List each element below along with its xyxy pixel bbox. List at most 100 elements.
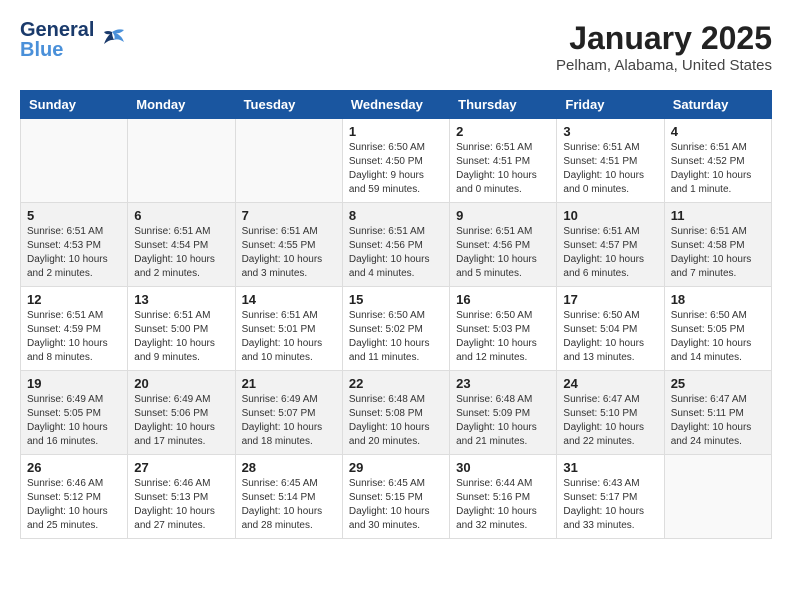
day-number: 26 <box>27 460 121 475</box>
day-number: 4 <box>671 124 765 139</box>
weekday-header-thursday: Thursday <box>450 91 557 119</box>
calendar-cell: 23Sunrise: 6:48 AM Sunset: 5:09 PM Dayli… <box>450 371 557 455</box>
calendar-cell: 8Sunrise: 6:51 AM Sunset: 4:56 PM Daylig… <box>342 203 449 287</box>
day-number: 6 <box>134 208 228 223</box>
day-info: Sunrise: 6:50 AM Sunset: 4:50 PM Dayligh… <box>349 141 443 197</box>
day-number: 21 <box>242 376 336 391</box>
calendar-cell: 16 Sunrise: 6:50 AM Sunset: 5:03 PM Dayli… <box>450 287 557 371</box>
logo-text-general: General <box>20 20 94 40</box>
calendar-cell: 28Sunrise: 6:45 AM Sunset: 5:14 PM Dayli… <box>235 455 342 539</box>
logo-text-blue: Blue <box>20 40 94 60</box>
day-info: Sunrise: 6:51 AM Sunset: 5:00 PM Dayligh… <box>134 309 228 365</box>
day-info: Sunrise: 6:51 AM Sunset: 4:57 PM Dayligh… <box>563 225 657 281</box>
week-row-2: 5 Sunrise: 6:51 AM Sunset: 4:53 PM Daylig… <box>21 203 772 287</box>
calendar-cell: 6 Sunrise: 6:51 AM Sunset: 4:54 PM Daylig… <box>128 203 235 287</box>
weekday-header-saturday: Saturday <box>664 91 771 119</box>
weekday-header-sunday: Sunday <box>21 91 128 119</box>
day-info: Sunrise: 6:51 AM Sunset: 4:56 PM Dayligh… <box>456 225 550 281</box>
day-info: Sunrise: 6:43 AM Sunset: 5:17 PM Dayligh… <box>563 477 657 533</box>
calendar-cell: 4 Sunrise: 6:51 AM Sunset: 4:52 PM Daylig… <box>664 119 771 203</box>
calendar-cell: 25 Sunrise: 6:47 AM Sunset: 5:11 PM Dayli… <box>664 371 771 455</box>
calendar-cell: 9 Sunrise: 6:51 AM Sunset: 4:56 PM Daylig… <box>450 203 557 287</box>
week-row-1: 1 Sunrise: 6:50 AM Sunset: 4:50 PM Daylig… <box>21 119 772 203</box>
day-number: 12 <box>27 292 121 307</box>
day-number: 17 <box>563 292 657 307</box>
day-number: 19 <box>27 376 121 391</box>
logo: General Blue <box>20 20 126 60</box>
calendar-cell: 29 Sunrise: 6:45 AM Sunset: 5:15 PM Dayli… <box>342 455 449 539</box>
day-info: Sunrise: 6:50 AM Sunset: 5:03 PM Dayligh… <box>456 309 550 365</box>
calendar-cell: 30Sunrise: 6:44 AM Sunset: 5:16 PM Dayli… <box>450 455 557 539</box>
day-number: 24 <box>563 376 657 391</box>
day-number: 22 <box>349 376 443 391</box>
weekday-header-friday: Friday <box>557 91 664 119</box>
day-number: 1 <box>349 124 443 139</box>
title-block: January 2025 Pelham, Alabama, United Sta… <box>556 20 772 74</box>
calendar-cell: 13 Sunrise: 6:51 AM Sunset: 5:00 PM Dayli… <box>128 287 235 371</box>
day-number: 2 <box>456 124 550 139</box>
day-number: 16 <box>456 292 550 307</box>
calendar-cell: 17 Sunrise: 6:50 AM Sunset: 5:04 PM Dayli… <box>557 287 664 371</box>
day-number: 3 <box>563 124 657 139</box>
weekday-header-tuesday: Tuesday <box>235 91 342 119</box>
calendar-cell: 24 Sunrise: 6:47 AM Sunset: 5:10 PM Dayli… <box>557 371 664 455</box>
weekday-header-wednesday: Wednesday <box>342 91 449 119</box>
day-number: 10 <box>563 208 657 223</box>
day-number: 5 <box>27 208 121 223</box>
calendar-cell: 1 Sunrise: 6:50 AM Sunset: 4:50 PM Daylig… <box>342 119 449 203</box>
day-number: 11 <box>671 208 765 223</box>
week-row-3: 12Sunrise: 6:51 AM Sunset: 4:59 PM Dayli… <box>21 287 772 371</box>
calendar-cell: 15 Sunrise: 6:50 AM Sunset: 5:02 PM Dayli… <box>342 287 449 371</box>
day-number: 29 <box>349 460 443 475</box>
day-info: Sunrise: 6:49 AM Sunset: 5:05 PM Dayligh… <box>27 393 121 449</box>
day-info: Sunrise: 6:49 AM Sunset: 5:06 PM Dayligh… <box>134 393 228 449</box>
calendar-cell: 31Sunrise: 6:43 AM Sunset: 5:17 PM Dayli… <box>557 455 664 539</box>
day-info: Sunrise: 6:50 AM Sunset: 5:04 PM Dayligh… <box>563 309 657 365</box>
day-number: 25 <box>671 376 765 391</box>
day-number: 7 <box>242 208 336 223</box>
calendar-cell: 7 Sunrise: 6:51 AM Sunset: 4:55 PM Daylig… <box>235 203 342 287</box>
calendar-cell: 14Sunrise: 6:51 AM Sunset: 5:01 PM Dayli… <box>235 287 342 371</box>
day-info: Sunrise: 6:51 AM Sunset: 4:51 PM Dayligh… <box>563 141 657 197</box>
page-header: General Blue January 2025 Pelham, Alabam… <box>20 20 772 74</box>
calendar-cell <box>664 455 771 539</box>
weekday-header-row: SundayMondayTuesdayWednesdayThursdayFrid… <box>21 91 772 119</box>
day-number: 28 <box>242 460 336 475</box>
calendar-cell: 3 Sunrise: 6:51 AM Sunset: 4:51 PM Daylig… <box>557 119 664 203</box>
day-number: 27 <box>134 460 228 475</box>
day-info: Sunrise: 6:50 AM Sunset: 5:02 PM Dayligh… <box>349 309 443 365</box>
day-info: Sunrise: 6:51 AM Sunset: 4:53 PM Dayligh… <box>27 225 121 281</box>
day-info: Sunrise: 6:50 AM Sunset: 5:05 PM Dayligh… <box>671 309 765 365</box>
day-info: Sunrise: 6:47 AM Sunset: 5:10 PM Dayligh… <box>563 393 657 449</box>
day-info: Sunrise: 6:51 AM Sunset: 5:01 PM Dayligh… <box>242 309 336 365</box>
day-info: Sunrise: 6:51 AM Sunset: 4:54 PM Dayligh… <box>134 225 228 281</box>
calendar-cell: 27Sunrise: 6:46 AM Sunset: 5:13 PM Dayli… <box>128 455 235 539</box>
day-number: 13 <box>134 292 228 307</box>
day-number: 30 <box>456 460 550 475</box>
day-info: Sunrise: 6:45 AM Sunset: 5:15 PM Dayligh… <box>349 477 443 533</box>
logo-bird-icon <box>98 28 126 52</box>
calendar-cell: 12Sunrise: 6:51 AM Sunset: 4:59 PM Dayli… <box>21 287 128 371</box>
calendar-cell: 18 Sunrise: 6:50 AM Sunset: 5:05 PM Dayli… <box>664 287 771 371</box>
week-row-5: 26Sunrise: 6:46 AM Sunset: 5:12 PM Dayli… <box>21 455 772 539</box>
weekday-header-monday: Monday <box>128 91 235 119</box>
day-info: Sunrise: 6:47 AM Sunset: 5:11 PM Dayligh… <box>671 393 765 449</box>
day-info: Sunrise: 6:51 AM Sunset: 4:55 PM Dayligh… <box>242 225 336 281</box>
day-number: 20 <box>134 376 228 391</box>
calendar-cell: 10 Sunrise: 6:51 AM Sunset: 4:57 PM Dayli… <box>557 203 664 287</box>
day-info: Sunrise: 6:51 AM Sunset: 4:52 PM Dayligh… <box>671 141 765 197</box>
calendar-cell: 22 Sunrise: 6:48 AM Sunset: 5:08 PM Dayli… <box>342 371 449 455</box>
calendar-cell <box>235 119 342 203</box>
day-number: 18 <box>671 292 765 307</box>
calendar-cell <box>21 119 128 203</box>
week-row-4: 19 Sunrise: 6:49 AM Sunset: 5:05 PM Dayli… <box>21 371 772 455</box>
day-info: Sunrise: 6:51 AM Sunset: 4:58 PM Dayligh… <box>671 225 765 281</box>
day-info: Sunrise: 6:49 AM Sunset: 5:07 PM Dayligh… <box>242 393 336 449</box>
day-number: 15 <box>349 292 443 307</box>
day-number: 9 <box>456 208 550 223</box>
day-info: Sunrise: 6:51 AM Sunset: 4:51 PM Dayligh… <box>456 141 550 197</box>
calendar-subtitle: Pelham, Alabama, United States <box>556 57 772 74</box>
calendar-cell: 5 Sunrise: 6:51 AM Sunset: 4:53 PM Daylig… <box>21 203 128 287</box>
calendar-title: January 2025 <box>556 20 772 57</box>
day-info: Sunrise: 6:48 AM Sunset: 5:08 PM Dayligh… <box>349 393 443 449</box>
